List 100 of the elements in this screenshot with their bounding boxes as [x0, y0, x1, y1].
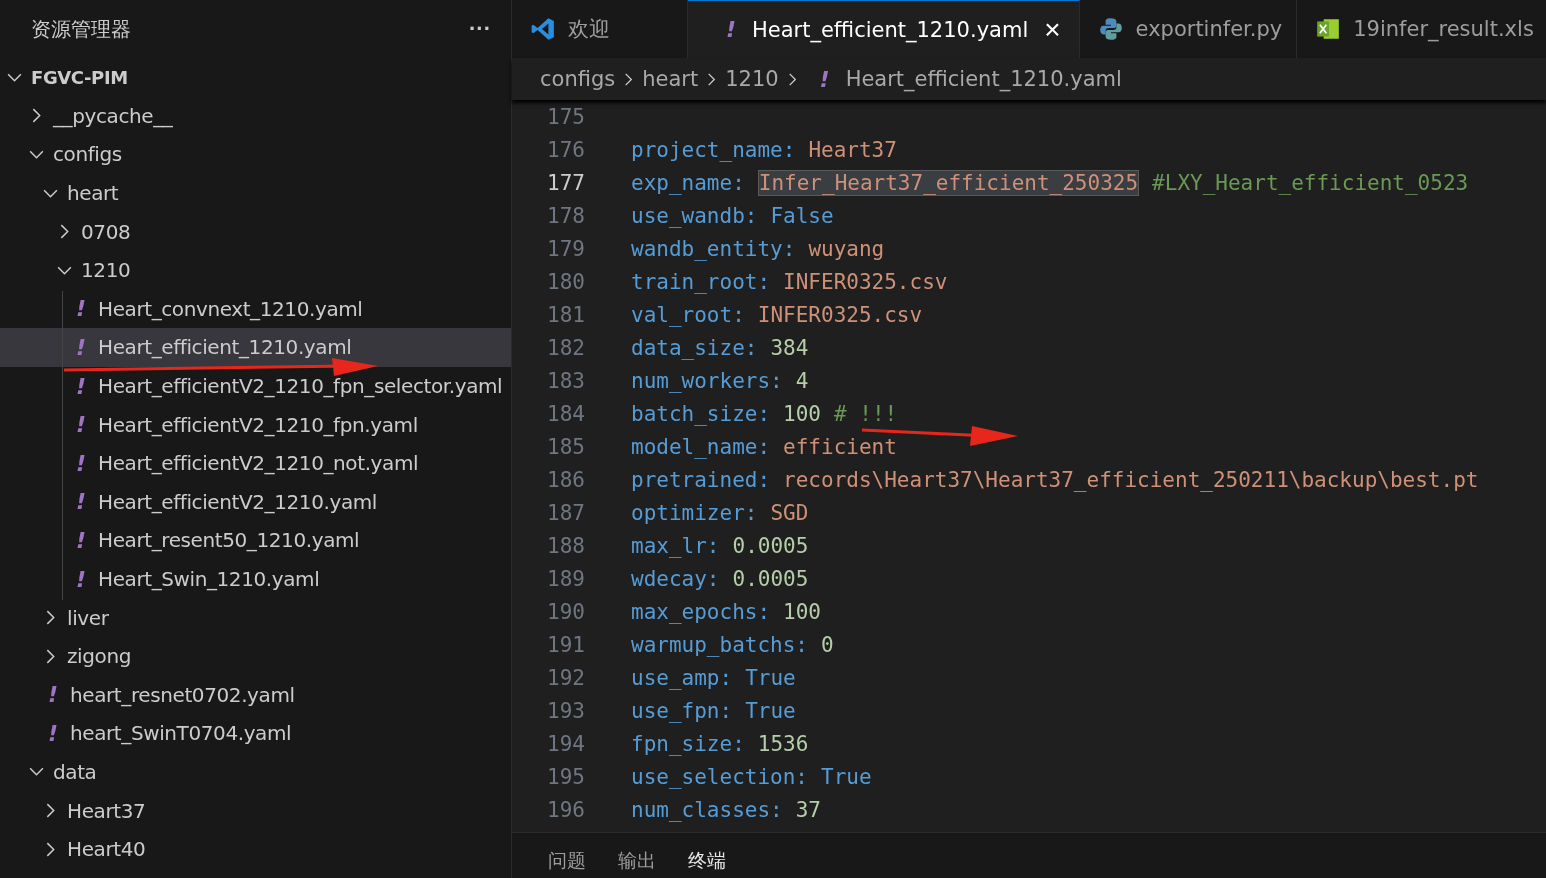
line-number: 181: [546, 302, 585, 327]
close-tab-button[interactable]: ×: [1040, 15, 1065, 44]
tree-item[interactable]: ! Heart_resent50_1210.yaml: [0, 521, 511, 560]
yaml-file-icon: !: [70, 450, 92, 476]
line-number: 191: [546, 632, 585, 657]
yaml-file-icon: !: [70, 412, 92, 438]
yaml-value: 1536: [757, 731, 809, 756]
line-number: 195: [546, 764, 585, 789]
more-actions-button[interactable]: ···: [469, 16, 491, 42]
line-number: 175: [546, 104, 585, 129]
line-number: 188: [546, 533, 585, 558]
yaml-value: True: [745, 665, 796, 690]
yaml-value: wuyang: [808, 236, 885, 261]
yaml-key: optimizer:: [631, 500, 758, 525]
tree-item[interactable]: ! Heart_convnext_1210.yaml: [0, 289, 511, 329]
folder-name: 0708: [81, 219, 131, 244]
tree-item[interactable]: ! heart_resnet0702.yaml: [0, 675, 511, 715]
yaml-key: fpn_size:: [631, 731, 745, 756]
line-number: 176: [546, 137, 585, 162]
folder-name: FGVC-PIM: [31, 66, 128, 88]
yaml-file-icon: !: [813, 66, 836, 92]
vscode-logo-icon: [530, 16, 556, 42]
line-number: 182: [546, 335, 585, 360]
file-name: heart_SwinT0704.yaml: [70, 721, 292, 746]
line-number: 179: [546, 236, 585, 261]
yaml-key: pretrained:: [631, 467, 771, 492]
tree-item[interactable]: ! Heart_efficientV2_1210_fpn_selector.yaml: [0, 366, 511, 406]
yaml-value: False: [770, 203, 834, 228]
tree-item[interactable]: ! Heart_efficientV2_1210_fpn.yaml: [0, 405, 511, 444]
yaml-file-icon: !: [42, 720, 64, 746]
yaml-file-icon: !: [70, 334, 92, 360]
code-comment: #LXY_Heart_efficient_0523: [1152, 170, 1469, 195]
line-number: 186: [546, 467, 585, 492]
yaml-key: warmup_batchs:: [631, 632, 808, 657]
yaml-key: batch_size:: [631, 401, 771, 426]
yaml-value: 4: [795, 368, 809, 393]
yaml-key: max_lr:: [631, 533, 720, 558]
folder-name: data: [53, 760, 97, 784]
tree-item[interactable]: FGVC-PIM: [0, 58, 511, 97]
panel-tab[interactable]: 输出: [606, 848, 668, 878]
breadcrumb-item[interactable]: configs: [540, 67, 616, 91]
folder-name: zigong: [67, 644, 131, 669]
yaml-key: use_selection:: [631, 764, 808, 789]
yaml-value: 0.0005: [732, 533, 809, 558]
line-number: 190: [546, 599, 585, 624]
line-number: 194: [546, 731, 585, 756]
editor-tab[interactable]: ! Heart_efficient_1210.yaml ×: [688, 0, 1080, 58]
line-number: 187: [546, 500, 585, 525]
explorer-title: 资源管理器: [31, 15, 131, 43]
line-number: 177: [546, 170, 585, 195]
yaml-value: 0: [821, 632, 834, 657]
yaml-value: True: [821, 764, 872, 789]
editor-tab[interactable]: 19infer_result.xls: [1297, 0, 1546, 58]
yaml-value: 37: [795, 797, 821, 822]
tree-item[interactable]: ! Heart_efficientV2_1210.yaml: [0, 482, 511, 522]
yaml-key: project_name:: [631, 137, 796, 162]
folder-name: configs: [53, 142, 122, 167]
tree-item[interactable]: 1210: [0, 250, 511, 290]
yaml-key: num_workers:: [631, 368, 783, 393]
file-name: Heart_efficientV2_1210_not.yaml: [98, 451, 419, 476]
tree-item[interactable]: Heart37: [0, 791, 511, 830]
editor-tab[interactable]: exportinfer.py: [1079, 0, 1298, 58]
tree-item[interactable]: ! heart_SwinT0704.yaml: [0, 714, 511, 753]
tree-item[interactable]: data: [0, 752, 511, 792]
tab-label: exportinfer.py: [1135, 17, 1283, 41]
tree-item[interactable]: Heart40: [0, 829, 511, 869]
tree-item[interactable]: zigong: [0, 636, 511, 676]
file-name: Heart_efficientV2_1210_fpn_selector.yaml: [98, 374, 503, 399]
file-name: Heart_efficientV2_1210.yaml: [98, 489, 377, 514]
tree-item[interactable]: ! Heart_efficient_1210.yaml: [0, 328, 511, 367]
yaml-key: wdecay:: [631, 566, 720, 591]
breadcrumb-item[interactable]: Heart_efficient_1210.yaml: [845, 67, 1122, 91]
yaml-file-icon: !: [42, 682, 64, 708]
yaml-file-icon: !: [70, 296, 92, 322]
panel-tab[interactable]: 终端: [676, 848, 738, 878]
yaml-value: 384: [770, 335, 809, 360]
tree-item[interactable]: ! Heart_Swin_1210.yaml: [0, 559, 511, 599]
yaml-value: 100: [783, 401, 821, 426]
tab-label: 19infer_result.xls: [1353, 17, 1534, 41]
tree-item[interactable]: liver: [0, 598, 511, 637]
folder-name: 1210: [81, 258, 131, 283]
file-name: Heart_resent50_1210.yaml: [98, 528, 360, 553]
tree-item[interactable]: __pycache__: [0, 96, 511, 136]
breadcrumb-item[interactable]: heart: [642, 67, 699, 91]
yaml-file-icon: !: [70, 566, 92, 592]
yaml-value: INFER0325.csv: [783, 269, 948, 294]
panel-tab[interactable]: 问题: [536, 848, 598, 878]
tree-item[interactable]: ! Heart_efficientV2_1210_not.yaml: [0, 443, 511, 483]
tree-item[interactable]: configs: [0, 135, 511, 174]
line-number: 180: [546, 269, 585, 294]
line-number: 185: [546, 434, 585, 459]
code-comment: # !!!: [834, 401, 898, 426]
file-name: heart_resnet0702.yaml: [70, 682, 295, 707]
yaml-key: use_fpn:: [631, 698, 733, 723]
breadcrumb-item[interactable]: 1210: [725, 67, 779, 91]
file-name: Heart_efficientV2_1210_fpn.yaml: [98, 412, 418, 437]
tree-item[interactable]: heart: [0, 173, 511, 213]
tab-label: Heart_efficient_1210.yaml: [752, 17, 1029, 42]
tree-item[interactable]: 0708: [0, 212, 511, 251]
folder-name: liver: [67, 605, 109, 630]
